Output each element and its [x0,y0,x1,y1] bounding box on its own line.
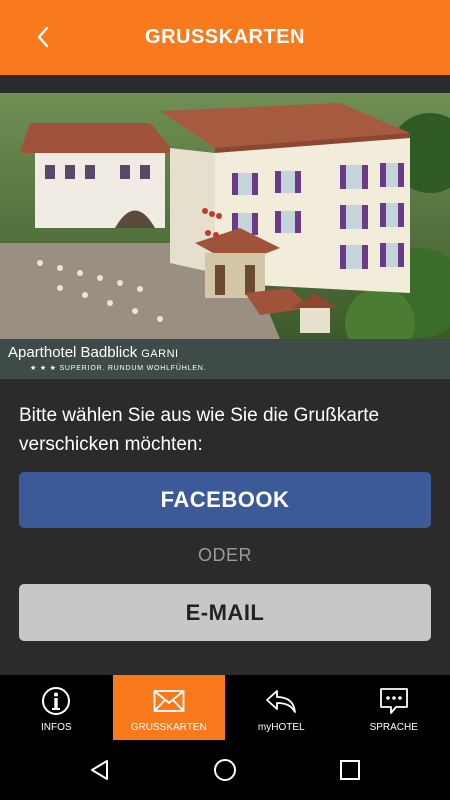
hotel-name-text: Aparthotel Badblick [8,344,138,361]
circle-home-icon [214,759,236,781]
facebook-button[interactable]: FACEBOOK [19,472,431,528]
info-icon [42,687,71,715]
separator-text: ODER [197,545,252,565]
instruction-text: Bitte wählen Sie aus wie Sie die Grußkar… [19,405,380,455]
email-button[interactable]: E-MAIL [19,584,431,641]
nav-item-infos[interactable]: INFOS [0,675,113,740]
nav-label-myhotel: myHOTEL [257,722,305,733]
square-recents-icon [340,760,360,780]
nav-label-infos: INFOS [40,722,72,733]
system-nav-bar [0,740,450,800]
nav-item-grusskarten[interactable]: GRUSSKARTEN [112,675,225,740]
nav-label-grusskarten: GRUSSKARTEN [130,722,207,733]
reply-arrow-icon [266,690,297,713]
system-back-button[interactable] [85,755,115,785]
hotel-name: Aparthotel Badblick GARNI [8,344,179,361]
app-header: GRUSSKARTEN [0,0,450,75]
triangle-back-icon [91,760,108,780]
nav-item-myhotel[interactable]: myHOTEL [225,675,338,740]
hotel-name-suffix: GARNI [141,348,179,360]
hotel-logo-banner: Aparthotel Badblick GARNI ★ ★ ★ SUPERIOR.… [0,339,450,379]
envelope-icon [153,690,185,712]
hotel-hero-image: Aparthotel Badblick GARNI ★ ★ ★ SUPERIOR.… [0,93,450,379]
page-title: GRUSSKARTEN [145,26,305,48]
nav-item-sprache[interactable]: SPRACHE [338,675,450,740]
chat-bubble-icon [379,688,408,714]
system-recents-button[interactable] [335,755,365,785]
hotel-tagline: ★ ★ ★ SUPERIOR. RUNDUM WOHLFÜHLEN. [30,365,207,372]
nav-label-sprache: SPRACHE [369,722,418,733]
system-home-button[interactable] [210,755,240,785]
hotel-photo [0,93,450,339]
bottom-nav: INFOS GRUSSKARTEN myHOTEL SPRACHE [0,675,450,740]
